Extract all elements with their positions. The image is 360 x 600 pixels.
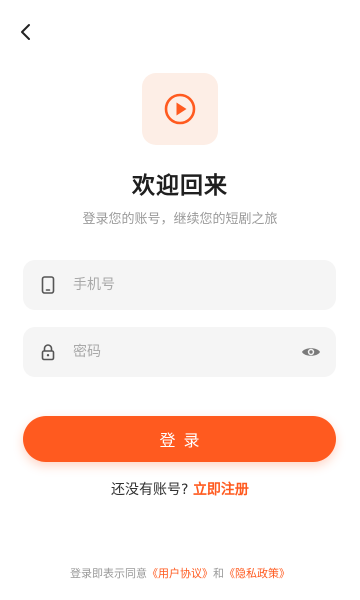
agreement-notice: 登录即表示同意《用户协议》和《隐私政策》 bbox=[0, 565, 360, 581]
app-logo bbox=[142, 73, 218, 145]
phone-input[interactable] bbox=[73, 260, 322, 310]
agreement-connector: 和 bbox=[213, 567, 224, 580]
password-input[interactable] bbox=[73, 327, 300, 377]
terms-link[interactable]: 《用户协议》 bbox=[147, 567, 213, 580]
eye-icon bbox=[302, 348, 320, 356]
back-button[interactable] bbox=[12, 18, 40, 46]
smartphone-icon bbox=[39, 276, 57, 294]
password-field[interactable] bbox=[23, 327, 336, 377]
register-prompt-text: 还没有账号? bbox=[111, 482, 193, 498]
play-circle-icon bbox=[164, 93, 196, 125]
register-link[interactable]: 立即注册 bbox=[193, 482, 249, 498]
privacy-link[interactable]: 《隐私政策》 bbox=[224, 567, 290, 580]
register-prompt: 还没有账号? 立即注册 bbox=[0, 479, 360, 499]
toggle-password-visibility-button[interactable] bbox=[300, 341, 322, 363]
page-title: 欢迎回来 bbox=[132, 173, 228, 199]
page-subtitle: 登录您的账号，继续您的短剧之旅 bbox=[82, 212, 278, 227]
chevron-left-icon bbox=[21, 24, 30, 40]
lock-icon bbox=[39, 343, 57, 361]
phone-field[interactable] bbox=[23, 260, 336, 310]
login-button[interactable]: 登录 bbox=[23, 416, 336, 462]
agreement-prefix: 登录即表示同意 bbox=[70, 567, 147, 580]
